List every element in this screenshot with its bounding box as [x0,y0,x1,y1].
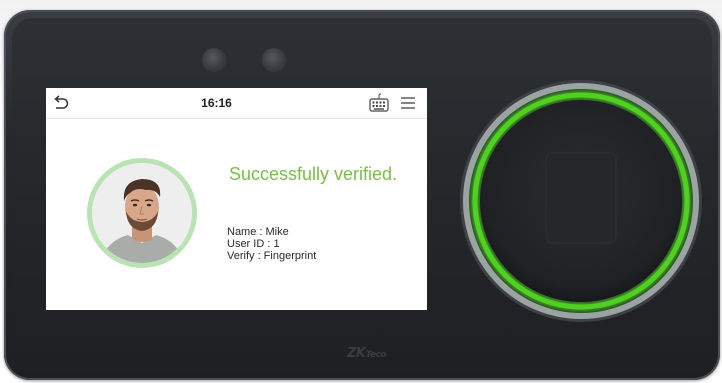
menu-icon[interactable] [399,95,417,111]
touch-screen: 16:16 Successfully verified. Name: Mike… [46,88,427,310]
verification-message: Successfully verified. [229,164,398,184]
verify-method-line: Verify : Fingerprint [227,250,317,262]
device-scene: ZKTeco 16:16 Successfully verified. Name… [0,0,722,383]
user-photo-ring [87,158,197,268]
keyboard-icon[interactable] [368,93,390,113]
user-id-line: User ID : 1 [227,238,280,250]
status-bar: 16:16 [46,88,427,119]
user-photo [92,163,192,263]
user-info: Name : Mike User ID : 1 Verify : Fingerp… [227,226,316,262]
brand-logo: ZKTeco [347,346,387,361]
camera-lens-right [262,48,286,72]
fingerprint-sensor[interactable] [458,78,704,324]
camera-lens-left [202,48,226,72]
status-time: 16:16 [201,96,232,110]
user-name-line: Name : Mike [227,226,289,238]
